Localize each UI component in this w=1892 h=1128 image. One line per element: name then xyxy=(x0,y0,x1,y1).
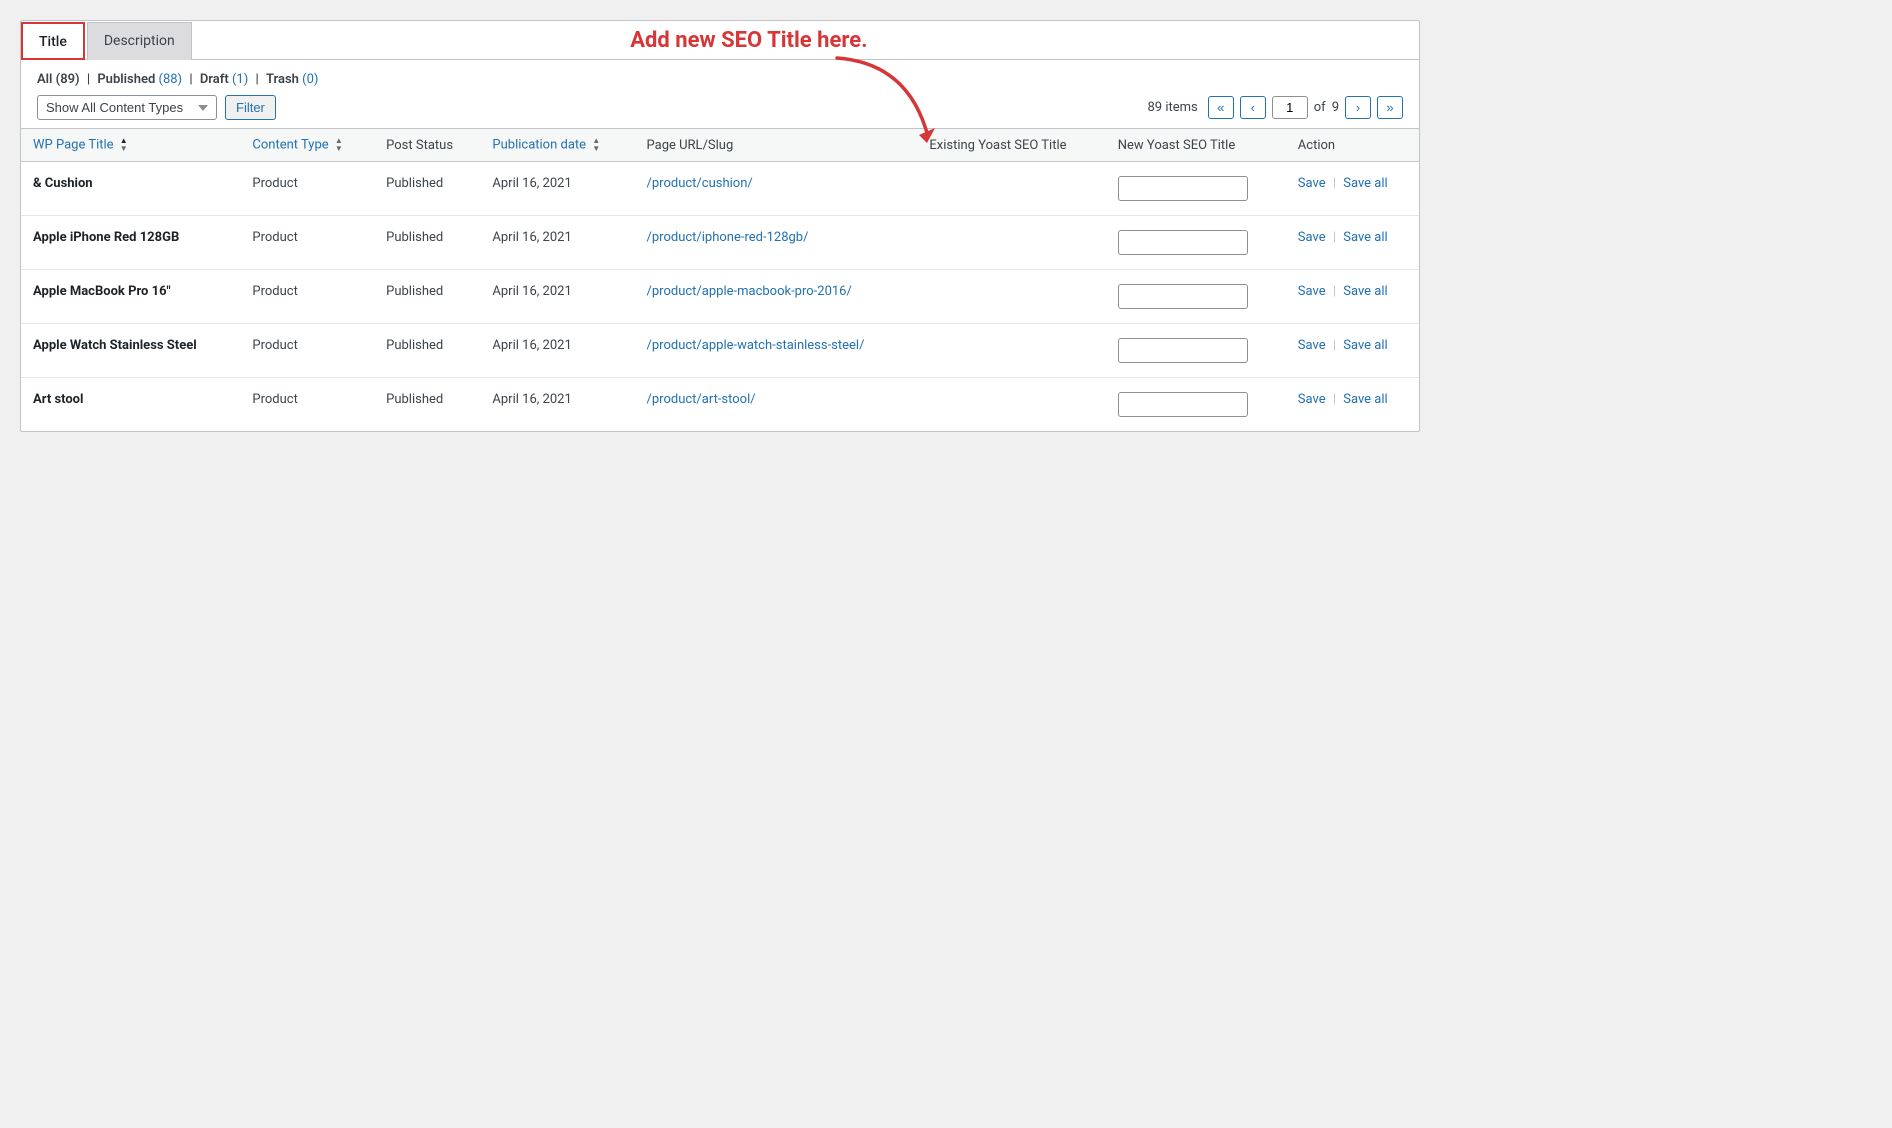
cell-pub-date: April 16, 2021 xyxy=(480,270,634,324)
cell-page-url[interactable]: /product/iphone-red-128gb/ xyxy=(635,216,918,270)
cell-new-seo[interactable] xyxy=(1106,216,1286,270)
status-links: All (89) | Published (88) | Draft (1) | … xyxy=(37,72,1403,87)
annotation-arrow xyxy=(827,53,947,143)
save-link[interactable]: Save xyxy=(1298,176,1326,191)
cell-action: Save | Save all xyxy=(1286,162,1419,216)
pagination-info: 89 items « ‹ of 9 › » xyxy=(1147,96,1403,119)
cell-action: Save | Save all xyxy=(1286,270,1419,324)
status-draft-link[interactable]: Draft (1) xyxy=(200,72,252,87)
save-link[interactable]: Save xyxy=(1298,338,1326,353)
col-header-post-status: Post Status xyxy=(374,129,480,162)
page-first-button[interactable]: « xyxy=(1208,96,1234,119)
cell-page-url[interactable]: /product/cushion/ xyxy=(635,162,918,216)
filter-bar: All (89) | Published (88) | Draft (1) | … xyxy=(21,60,1419,128)
col-header-pub-date[interactable]: Publication date ▲ ▼ xyxy=(480,129,634,162)
cell-pub-date: April 16, 2021 xyxy=(480,324,634,378)
cell-pub-date: April 16, 2021 xyxy=(480,378,634,432)
data-table: WP Page Title ▲ ▼ Content Type ▲ ▼ Po xyxy=(21,128,1419,431)
page-last-button[interactable]: » xyxy=(1377,96,1403,119)
status-all-count: (89) xyxy=(56,72,80,87)
save-all-link[interactable]: Save all xyxy=(1343,230,1387,245)
new-seo-input[interactable] xyxy=(1118,392,1248,417)
save-link[interactable]: Save xyxy=(1298,284,1326,299)
new-seo-input[interactable] xyxy=(1118,338,1248,363)
col-header-new-seo: New Yoast SEO Title xyxy=(1106,129,1286,162)
content-box: Title Description All (89) | Published (… xyxy=(20,20,1420,432)
cell-content-type: Product xyxy=(240,216,374,270)
new-seo-input[interactable] xyxy=(1118,176,1248,201)
sort-arrows-content-type: ▲ ▼ xyxy=(335,137,343,153)
save-all-link[interactable]: Save all xyxy=(1343,392,1387,407)
cell-existing-seo xyxy=(917,270,1105,324)
cell-pub-date: April 16, 2021 xyxy=(480,162,634,216)
content-type-filter[interactable]: Show All Content Types xyxy=(37,95,217,120)
cell-action: Save | Save all xyxy=(1286,324,1419,378)
table-row: & Cushion Product Published April 16, 20… xyxy=(21,162,1419,216)
save-link[interactable]: Save xyxy=(1298,230,1326,245)
page-of-label: of xyxy=(1314,100,1326,115)
cell-existing-seo xyxy=(917,378,1105,432)
cell-page-url[interactable]: /product/art-stool/ xyxy=(635,378,918,432)
cell-post-status: Published xyxy=(374,216,480,270)
cell-new-seo[interactable] xyxy=(1106,270,1286,324)
table-header-row: WP Page Title ▲ ▼ Content Type ▲ ▼ Po xyxy=(21,129,1419,162)
cell-page-url[interactable]: /product/apple-watch-stainless-steel/ xyxy=(635,324,918,378)
table-row: Art stool Product Published April 16, 20… xyxy=(21,378,1419,432)
filter-button[interactable]: Filter xyxy=(225,95,276,120)
cell-content-type: Product xyxy=(240,162,374,216)
new-seo-input[interactable] xyxy=(1118,284,1248,309)
page-wrapper: Title Description All (89) | Published (… xyxy=(0,0,1892,1128)
cell-existing-seo xyxy=(917,324,1105,378)
page-prev-button[interactable]: ‹ xyxy=(1240,96,1266,119)
cell-wp-title: Apple MacBook Pro 16" xyxy=(21,270,240,324)
tab-description[interactable]: Description xyxy=(87,22,192,60)
cell-wp-title: Apple Watch Stainless Steel xyxy=(21,324,240,378)
tab-title[interactable]: Title xyxy=(21,22,85,60)
cell-wp-title: & Cushion xyxy=(21,162,240,216)
status-published-link[interactable]: Published (88) xyxy=(97,72,185,87)
status-trash-link[interactable]: Trash (0) xyxy=(266,72,318,87)
col-header-content-type[interactable]: Content Type ▲ ▼ xyxy=(240,129,374,162)
items-count: 89 items xyxy=(1147,100,1197,115)
cell-wp-title: Apple iPhone Red 128GB xyxy=(21,216,240,270)
page-number-input[interactable] xyxy=(1272,96,1308,119)
cell-post-status: Published xyxy=(374,378,480,432)
sort-arrows-pub-date: ▲ ▼ xyxy=(592,137,600,153)
total-pages: 9 xyxy=(1332,100,1339,115)
new-seo-input[interactable] xyxy=(1118,230,1248,255)
col-header-action: Action xyxy=(1286,129,1419,162)
col-header-wp-title[interactable]: WP Page Title ▲ ▼ xyxy=(21,129,240,162)
save-all-link[interactable]: Save all xyxy=(1343,176,1387,191)
status-all-label: All xyxy=(37,72,52,87)
cell-content-type: Product xyxy=(240,324,374,378)
cell-wp-title: Art stool xyxy=(21,378,240,432)
cell-pub-date: April 16, 2021 xyxy=(480,216,634,270)
cell-new-seo[interactable] xyxy=(1106,378,1286,432)
table-row: Apple Watch Stainless Steel Product Publ… xyxy=(21,324,1419,378)
cell-existing-seo xyxy=(917,216,1105,270)
annotation-text: Add new SEO Title here. xyxy=(630,28,867,53)
cell-post-status: Published xyxy=(374,162,480,216)
cell-new-seo[interactable] xyxy=(1106,162,1286,216)
save-all-link[interactable]: Save all xyxy=(1343,338,1387,353)
sort-arrows-title: ▲ ▼ xyxy=(120,137,128,153)
save-all-link[interactable]: Save all xyxy=(1343,284,1387,299)
cell-existing-seo xyxy=(917,162,1105,216)
cell-action: Save | Save all xyxy=(1286,216,1419,270)
cell-post-status: Published xyxy=(374,270,480,324)
page-next-button[interactable]: › xyxy=(1345,96,1371,119)
table-row: Apple MacBook Pro 16" Product Published … xyxy=(21,270,1419,324)
filter-left: Show All Content Types Filter xyxy=(37,95,276,120)
cell-content-type: Product xyxy=(240,378,374,432)
cell-action: Save | Save all xyxy=(1286,378,1419,432)
cell-content-type: Product xyxy=(240,270,374,324)
cell-post-status: Published xyxy=(374,324,480,378)
cell-new-seo[interactable] xyxy=(1106,324,1286,378)
table-row: Apple iPhone Red 128GB Product Published… xyxy=(21,216,1419,270)
save-link[interactable]: Save xyxy=(1298,392,1326,407)
filter-controls: Show All Content Types Filter Add new SE… xyxy=(37,95,1403,120)
cell-page-url[interactable]: /product/apple-macbook-pro-2016/ xyxy=(635,270,918,324)
